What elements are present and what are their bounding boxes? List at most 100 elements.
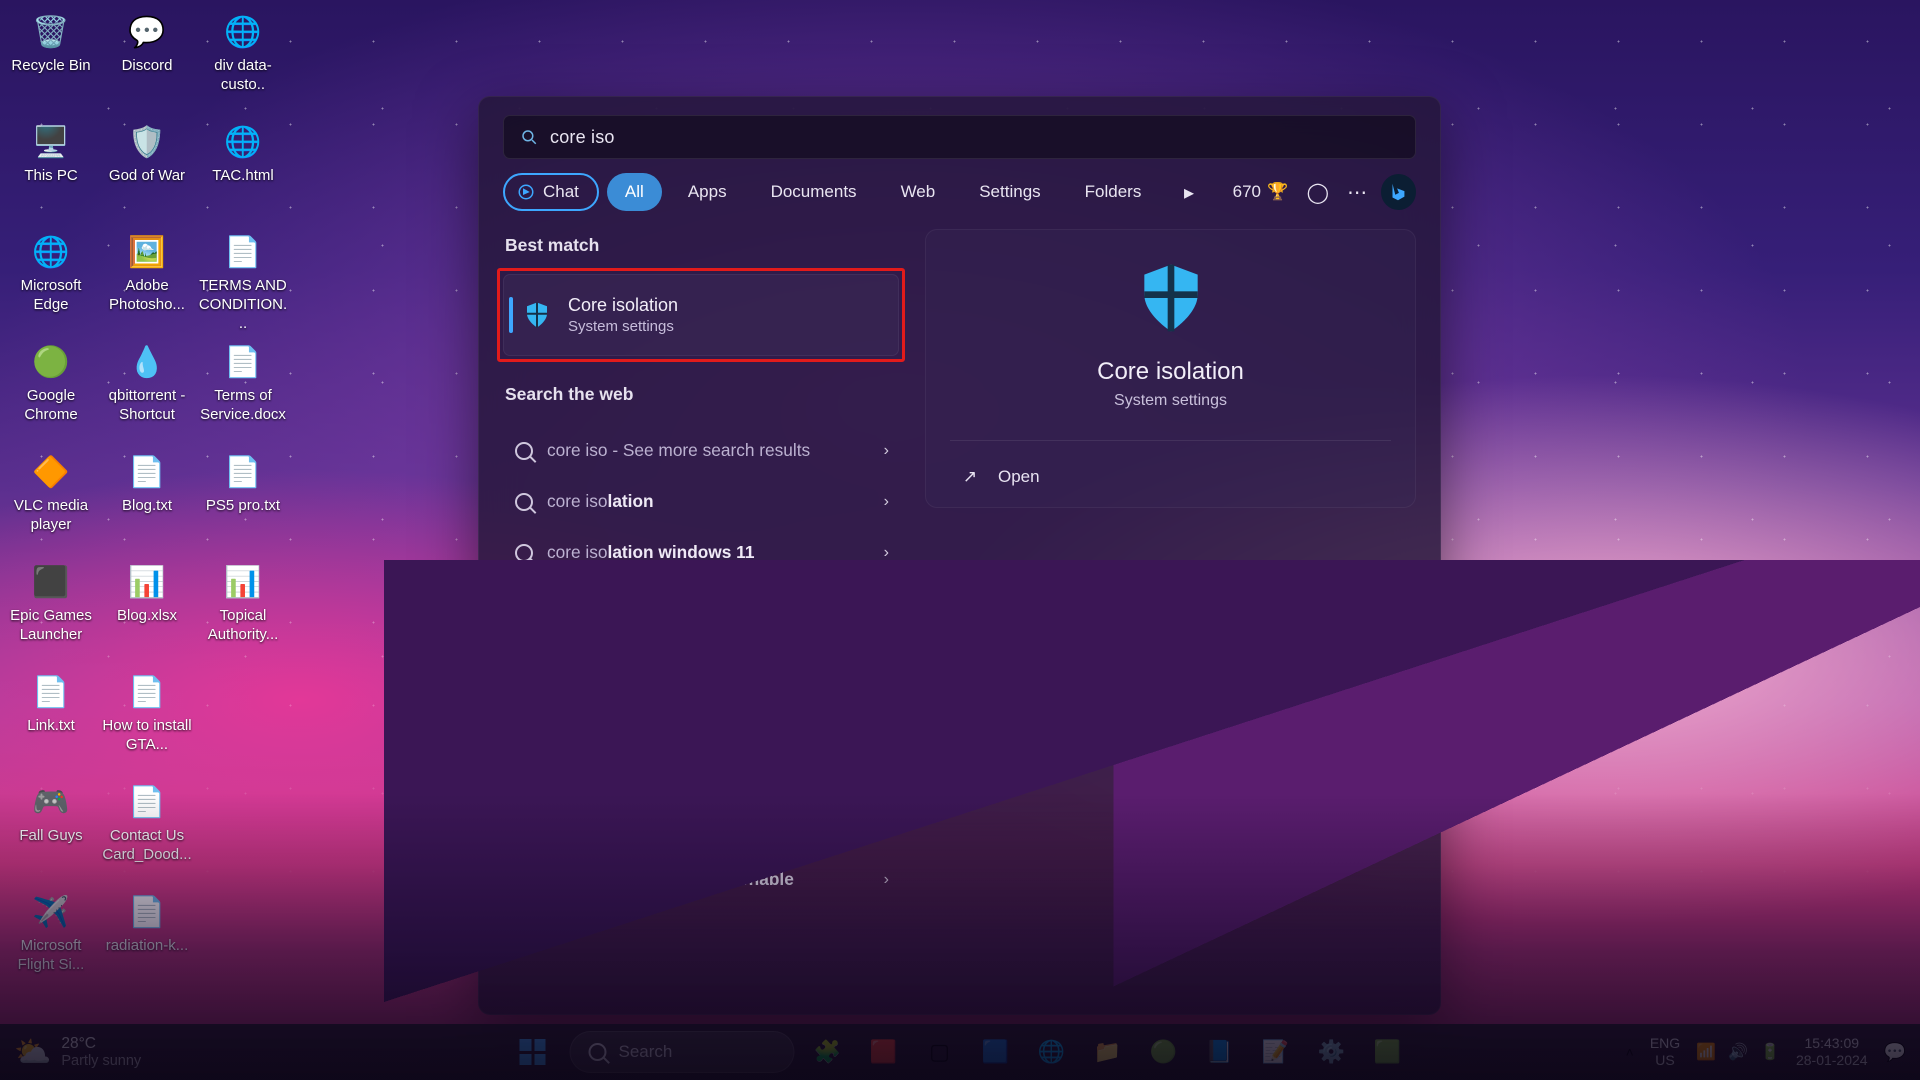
filters-more-caret[interactable]: ▸	[1173, 176, 1204, 208]
search-icon	[515, 442, 533, 460]
taskbar-search-placeholder: Search	[619, 1042, 673, 1062]
desktop-icon[interactable]: 🗑️Recycle Bin	[4, 6, 98, 114]
tab-settings[interactable]: Settings	[961, 173, 1058, 211]
web-result[interactable]: core isolation memory integrity›	[501, 578, 905, 629]
search-icon	[515, 544, 533, 562]
desktop-icon[interactable]: ✈️Microsoft Flight Si...	[4, 886, 98, 994]
tab-all[interactable]: All	[607, 173, 662, 211]
desktop-icon[interactable]: 📊Topical Authority...	[196, 556, 290, 664]
chevron-right-icon: ›	[884, 748, 889, 766]
volume-icon[interactable]: 🔊	[1728, 1042, 1748, 1062]
shield-icon	[1131, 258, 1211, 338]
shield-icon	[522, 300, 552, 330]
desktop-icon-glyph: 📊	[123, 560, 171, 604]
desktop-icon-label: TAC.html	[212, 167, 273, 186]
clock[interactable]: 15:43:09 28-01-2024	[1796, 1035, 1868, 1068]
more-icon[interactable]: ⋯	[1341, 176, 1372, 208]
desktop-icon-label: Terms of Service.docx	[197, 387, 289, 425]
desktop-icon[interactable]: 📄radiation-k...	[100, 886, 194, 994]
taskbar-pin-app-a[interactable]: 🟦	[973, 1029, 1019, 1075]
rewards-score[interactable]: 670 🏆	[1233, 182, 1289, 202]
tab-apps[interactable]: Apps	[670, 173, 745, 211]
web-result[interactable]: core isolation windows 11›	[501, 527, 905, 578]
tray-overflow-icon[interactable]: ˄	[1626, 1044, 1634, 1060]
desktop-icon-glyph: 🔶	[27, 450, 75, 494]
taskbar-pin-settings[interactable]: ⚙️	[1309, 1029, 1355, 1075]
web-result[interactable]: core isolation›	[501, 476, 905, 527]
preview-action-label: Open	[998, 467, 1040, 487]
web-result[interactable]: core isolation page not available›	[501, 680, 905, 731]
taskbar-pin-nvidia[interactable]: 🟩	[1365, 1029, 1411, 1075]
desktop-icon[interactable]: 📄Contact Us Card_Dood...	[100, 776, 194, 884]
taskbar-pin-word[interactable]: 📘	[1197, 1029, 1243, 1075]
search-input[interactable]	[550, 127, 1399, 148]
taskbar-pin-chrome[interactable]: 🟢	[1141, 1029, 1187, 1075]
web-result-text: core isolation windows 11	[547, 542, 754, 563]
battery-icon[interactable]: 🔋	[1760, 1042, 1780, 1062]
start-button[interactable]	[510, 1029, 556, 1075]
desktop-icon[interactable]: 🛡️God of War	[100, 116, 194, 224]
desktop-icon[interactable]: 🎮Fall Guys	[4, 776, 98, 884]
search-box[interactable]	[503, 115, 1416, 159]
desktop-icon[interactable]: 📄PS5 pro.txt	[196, 446, 290, 554]
taskbar-pin-task-view[interactable]: ▢	[917, 1029, 963, 1075]
best-match-highlight: Core isolation System settings	[497, 268, 905, 362]
language-primary: ENG	[1650, 1035, 1680, 1052]
tab-documents[interactable]: Documents	[753, 173, 875, 211]
desktop-icon[interactable]: 📄Blog.txt	[100, 446, 194, 554]
windows-icon	[520, 1039, 546, 1065]
desktop-icon[interactable]: 📊Blog.xlsx	[100, 556, 194, 664]
desktop-icon[interactable]: 📄TERMS AND CONDITION...	[196, 226, 290, 334]
desktop-icon[interactable]: 🌐div data-custo..	[196, 6, 290, 114]
desktop-icon[interactable]: 💬Discord	[100, 6, 194, 114]
taskbar-pin-copilot[interactable]: 🧩	[805, 1029, 851, 1075]
notifications-icon[interactable]: 💬	[1884, 1042, 1906, 1063]
web-result-text: core isolation memory integrity	[547, 593, 799, 614]
desktop-icon[interactable]: 💧qbittorrent - Shortcut	[100, 336, 194, 444]
desktop-icon[interactable]: 📄Terms of Service.docx	[196, 336, 290, 444]
web-result[interactable]: core isolation details to enable›	[501, 854, 905, 905]
web-result[interactable]: core isolation windows 10›	[501, 731, 905, 782]
desktop-icons: 🗑️Recycle Bin💬Discord🌐div data-custo.. 🖥️…	[4, 6, 290, 994]
web-result[interactable]: core isolation managed by administrator›	[501, 782, 905, 854]
tab-chat[interactable]: Chat	[503, 173, 599, 211]
wifi-icon[interactable]: 📶	[1696, 1042, 1716, 1062]
web-result[interactable]: core isolation details›	[501, 629, 905, 680]
desktop-icon[interactable]: 🖥️This PC	[4, 116, 98, 224]
desktop-icon-label: How to install GTA...	[101, 717, 193, 755]
best-match-result[interactable]: Core isolation System settings	[503, 274, 899, 356]
tab-folders[interactable]: Folders	[1067, 173, 1160, 211]
taskbar-search[interactable]: Search	[570, 1031, 795, 1073]
web-result[interactable]: core iso - See more search results›	[501, 425, 905, 476]
preview-action-open[interactable]: ↗Open	[950, 455, 1391, 499]
desktop-icon[interactable]: 🌐TAC.html	[196, 116, 290, 224]
desktop-icon[interactable]: 🖼️Adobe Photosho...	[100, 226, 194, 334]
taskbar-pin-edge[interactable]: 🌐	[1029, 1029, 1075, 1075]
desktop-icon-glyph: 📄	[219, 230, 267, 274]
desktop-icon[interactable]: ⬛Epic Games Launcher	[4, 556, 98, 664]
desktop-icon[interactable]: 🟢Google Chrome	[4, 336, 98, 444]
desktop-icon-glyph: 💧	[123, 340, 171, 384]
chrome-icon: 🟢	[1150, 1039, 1177, 1065]
desktop-icon-glyph: 📄	[219, 340, 267, 384]
taskbar-pin-notepad[interactable]: 📝	[1253, 1029, 1299, 1075]
search-icon	[515, 595, 533, 613]
weather-widget[interactable]: ⛅ 28°C Partly sunny	[14, 1035, 141, 1070]
taskbar-pin-file-explorer[interactable]: 📁	[1085, 1029, 1131, 1075]
desktop-icon-label: Microsoft Edge	[5, 277, 97, 315]
search-flyout: Chat All Apps Documents Web Settings Fol…	[478, 96, 1441, 1015]
file-explorer-icon: 📁	[1094, 1039, 1121, 1065]
tab-web-label: Web	[901, 182, 936, 202]
desktop-icon-label: Link.txt	[27, 717, 75, 736]
clock-time: 15:43:09	[1805, 1035, 1860, 1052]
account-avatar[interactable]	[1381, 174, 1416, 210]
language-switch[interactable]: ENG US	[1650, 1035, 1680, 1068]
tab-web[interactable]: Web	[883, 173, 954, 211]
desktop-icon-glyph: 📄	[219, 450, 267, 494]
desktop-icon[interactable]: 🔶VLC media player	[4, 446, 98, 554]
desktop-icon[interactable]: 🌐Microsoft Edge	[4, 226, 98, 334]
refresh-icon[interactable]: ◯	[1302, 176, 1333, 208]
desktop-icon[interactable]: 📄How to install GTA...	[100, 666, 194, 774]
desktop-icon[interactable]: 📄Link.txt	[4, 666, 98, 774]
taskbar-pin-premiere[interactable]: 🟥	[861, 1029, 907, 1075]
